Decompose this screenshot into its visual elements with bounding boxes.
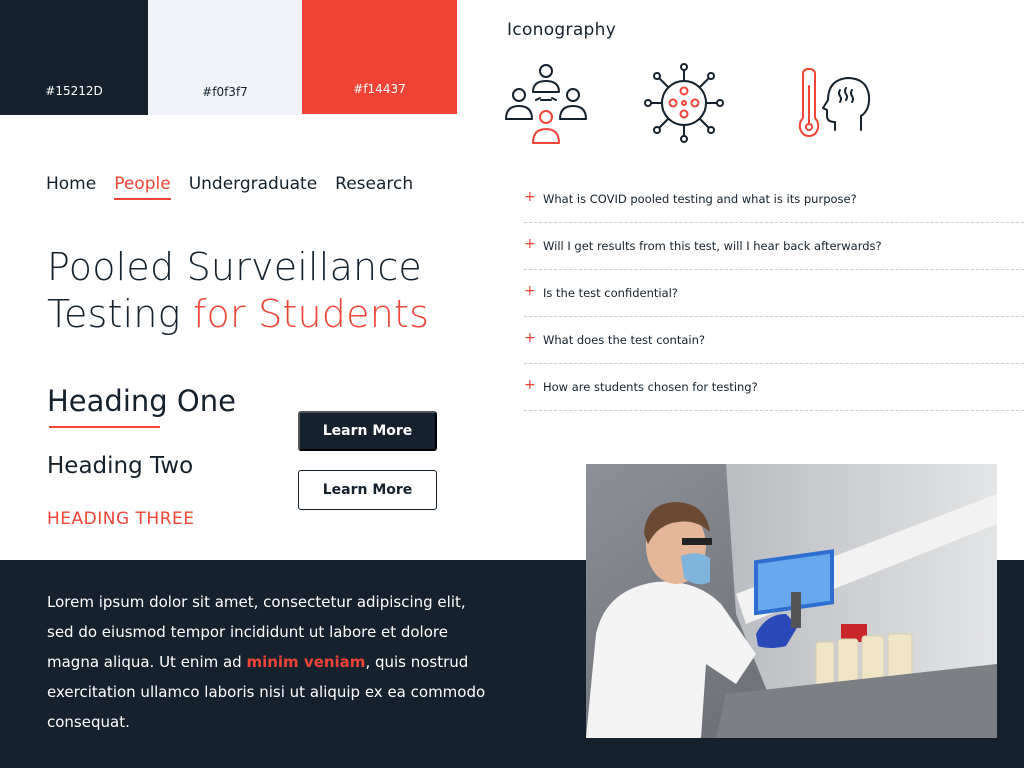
swatch-light: #f0f3f7 (148, 0, 302, 115)
heading-one: Heading One (47, 384, 236, 418)
heading-three: HEADING THREE (47, 509, 195, 529)
plus-icon: + (524, 188, 536, 205)
iconography-title: Iconography (507, 20, 617, 40)
heading-two: Heading Two (47, 453, 194, 479)
learn-more-primary-button[interactable]: Learn More (298, 411, 437, 451)
page-title-line2: Testing (47, 292, 193, 336)
heading-one-underline (49, 426, 160, 428)
faq-question: How are students chosen for testing? (543, 380, 758, 394)
faq-question: What does the test contain? (543, 333, 705, 347)
swatch-dark-label: #15212D (45, 84, 103, 98)
page-title-accent: for Students (192, 292, 430, 336)
virus-icon (643, 62, 725, 149)
nav-item-research[interactable]: Research (335, 174, 413, 200)
swatch-dark: #15212D (0, 0, 148, 115)
plus-icon: + (524, 329, 536, 346)
lab-photo-illustration (586, 464, 997, 738)
swatch-light-label: #f0f3f7 (202, 85, 248, 99)
nav-item-people[interactable]: People (114, 174, 171, 200)
swatch-accent: #f14437 (302, 0, 457, 114)
main-nav: Home People Undergraduate Research (46, 174, 431, 200)
swatch-accent-label: #f14437 (353, 82, 406, 96)
people-group-icon (503, 62, 589, 153)
faq-item[interactable]: + What does the test contain? (524, 317, 1024, 364)
lab-photo (586, 464, 997, 738)
plus-icon: + (524, 376, 536, 393)
faq-item[interactable]: + How are students chosen for testing? (524, 364, 1024, 411)
faq-item[interactable]: + Will I get results from this test, wil… (524, 223, 1024, 270)
nav-item-undergraduate[interactable]: Undergraduate (189, 174, 317, 200)
faq-question: Will I get results from this test, will … (543, 239, 882, 253)
page-title: Pooled Surveillance Testing for Students (47, 244, 429, 338)
faq-accordion: + What is COVID pooled testing and what … (524, 176, 1024, 411)
faq-item[interactable]: + What is COVID pooled testing and what … (524, 176, 1024, 223)
learn-more-secondary-button[interactable]: Learn More (298, 470, 437, 510)
plus-icon: + (524, 282, 536, 299)
faq-question: What is COVID pooled testing and what is… (543, 192, 857, 206)
nav-item-home[interactable]: Home (46, 174, 96, 200)
thermometer-head-icon (797, 66, 873, 147)
page-title-line1: Pooled Surveillance (47, 245, 423, 289)
faq-item[interactable]: + Is the test confidential? (524, 270, 1024, 317)
plus-icon: + (524, 235, 536, 252)
body-paragraph: Lorem ipsum dolor sit amet, consectetur … (47, 587, 492, 737)
body-highlight-link[interactable]: minim veniam (246, 653, 365, 671)
faq-question: Is the test confidential? (543, 286, 678, 300)
